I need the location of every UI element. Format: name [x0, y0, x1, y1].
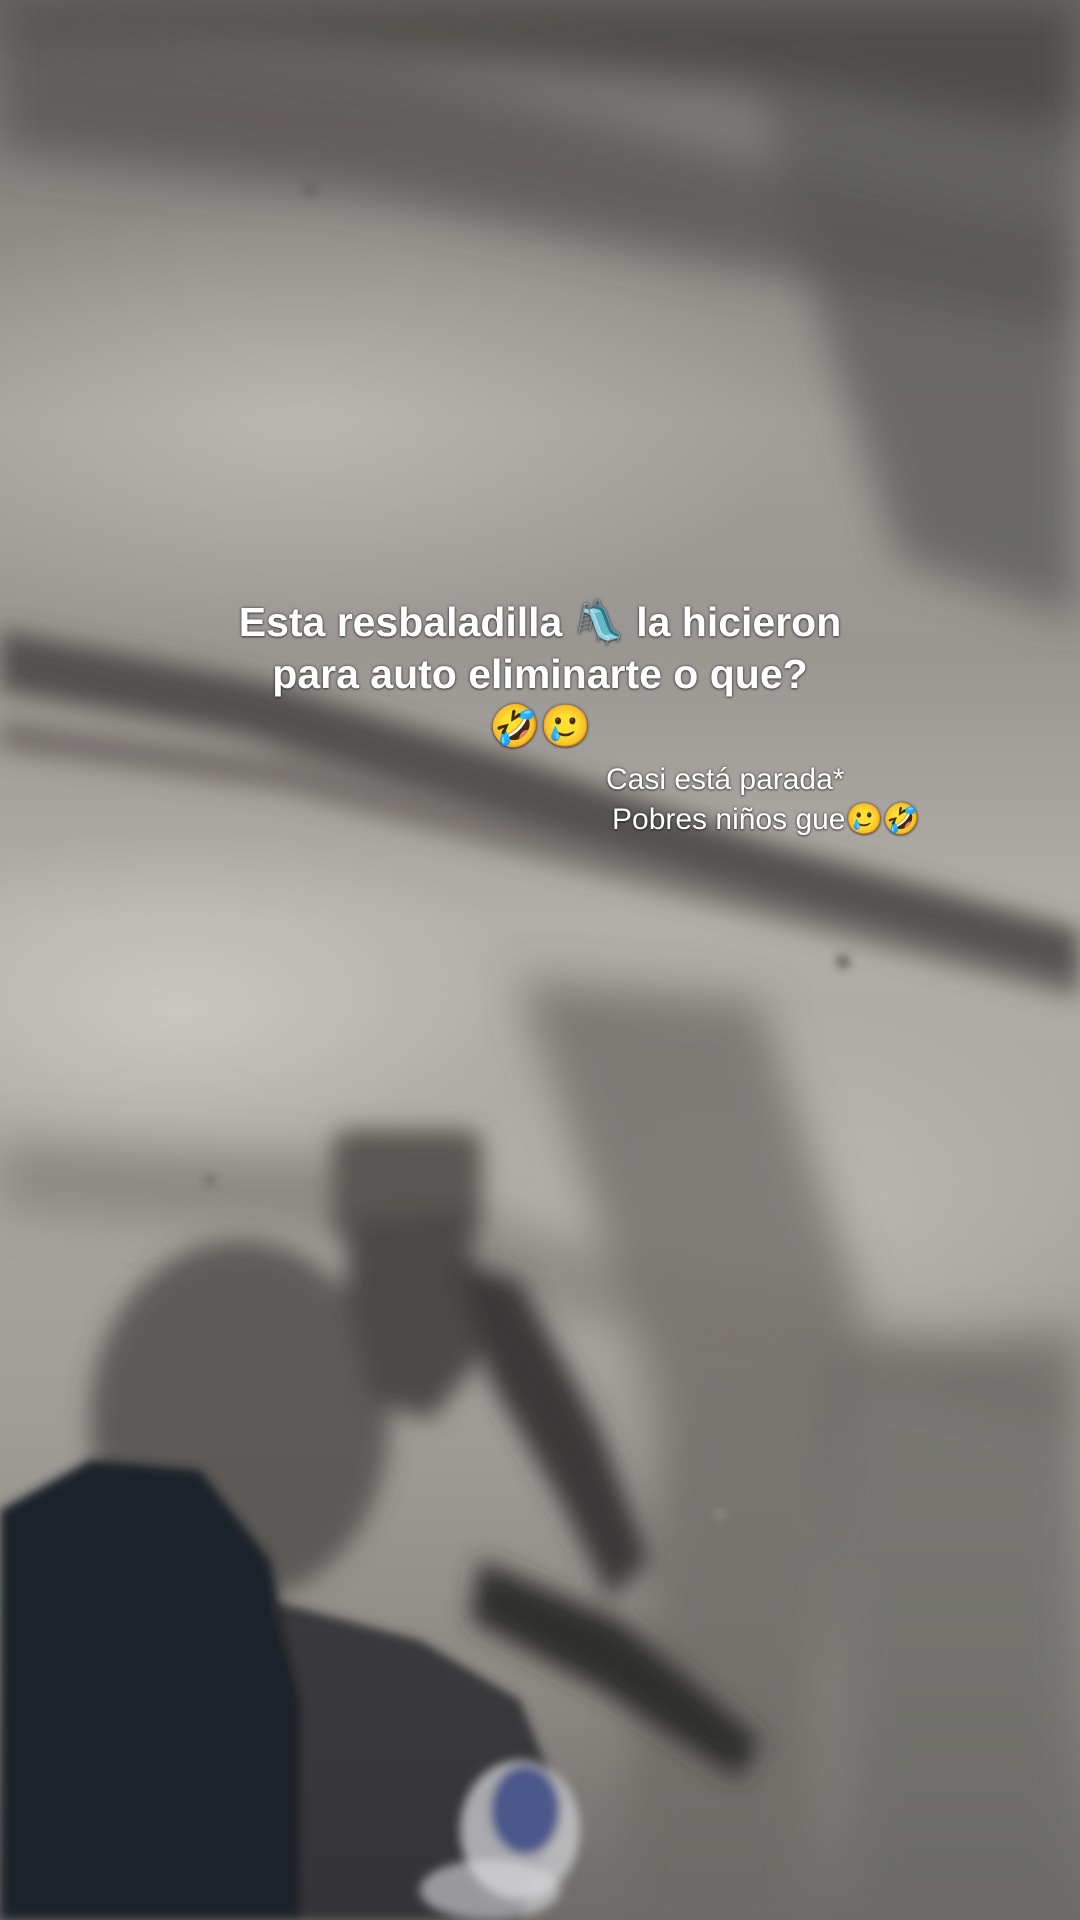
- side-caption-line-1: Casi está parada*: [606, 763, 845, 796]
- main-caption-text-1b: la hicieron: [624, 599, 842, 645]
- bottom-right-dark: [820, 1330, 1080, 1920]
- blurred-staircase-scene: [0, 0, 1080, 1920]
- slide-emoji-icon: 🛝: [573, 598, 625, 646]
- speck: [837, 956, 849, 968]
- side-caption-line-2: Pobres niños gue🥲🤣: [606, 800, 966, 840]
- sad-laughing-emoji-icons: 🥲🤣: [845, 802, 921, 837]
- speck: [206, 1176, 214, 1184]
- side-caption-text-2: Pobres niños gue: [612, 803, 846, 836]
- shoe-sole: [420, 1860, 560, 1920]
- laughing-crying-emoji-icons: 🤣🥲: [488, 702, 592, 750]
- right-upper-shadow: [760, 90, 1080, 620]
- shoe-accent: [490, 1765, 560, 1855]
- video-frame: Esta resbaladilla 🛝 la hicieron para aut…: [0, 0, 1080, 1920]
- speck: [717, 1512, 723, 1518]
- main-caption: Esta resbaladilla 🛝 la hicieron para aut…: [150, 596, 930, 752]
- main-caption-line-2: para auto eliminarte o que?: [272, 651, 808, 697]
- main-caption-text-1a: Esta resbaladilla: [238, 599, 574, 645]
- speck: [306, 186, 314, 194]
- side-caption: Casi está parada* Pobres niños gue🥲🤣: [606, 760, 966, 840]
- main-caption-line-1: Esta resbaladilla 🛝 la hicieron: [150, 596, 930, 648]
